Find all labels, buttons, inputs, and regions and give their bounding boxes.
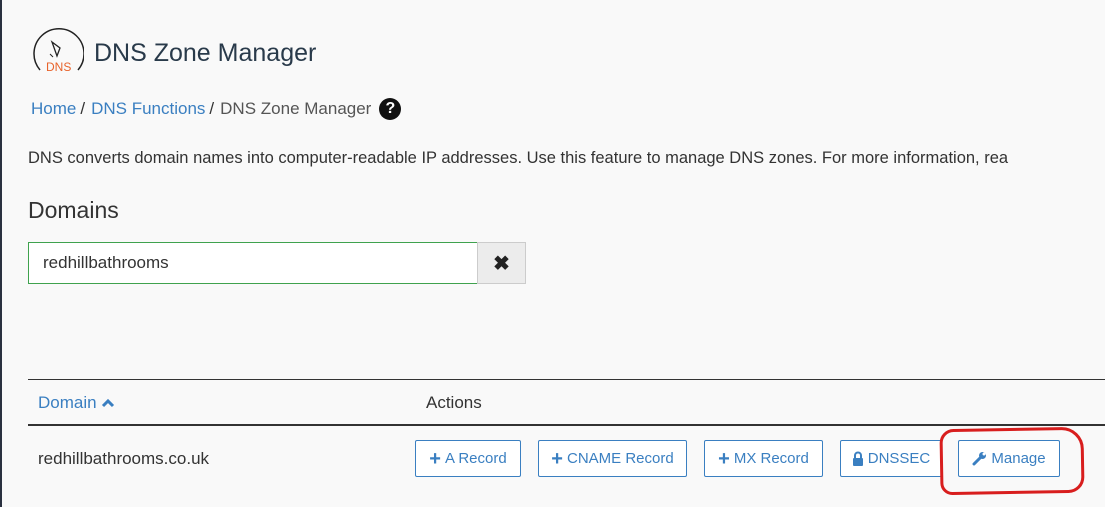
manage-button[interactable]: Manage xyxy=(958,440,1060,477)
page-description: DNS converts domain names into computer-… xyxy=(28,149,1009,167)
actions-column-header: Actions xyxy=(426,393,482,412)
help-icon[interactable]: ? xyxy=(379,98,402,120)
breadcrumb-current: DNS Zone Manager xyxy=(220,99,372,118)
add-cname-record-button[interactable]: + CNAME Record xyxy=(538,440,687,477)
domain-search-input[interactable] xyxy=(28,242,478,284)
lock-icon xyxy=(852,451,863,466)
table-header: Domain Actions xyxy=(28,379,1105,426)
add-mx-record-button[interactable]: + MX Record xyxy=(704,440,823,477)
breadcrumb: Home / DNS Functions / DNS Zone Manager … xyxy=(31,98,402,120)
wrench-icon xyxy=(972,452,987,466)
plus-icon: + xyxy=(551,447,563,470)
chevron-up-icon xyxy=(102,398,115,408)
clear-search-button[interactable]: ✖ xyxy=(477,242,526,284)
breadcrumb-separator: / xyxy=(80,99,86,118)
page-header: DNS DNS Zone Manager xyxy=(30,26,316,80)
dnssec-button[interactable]: DNSSEC xyxy=(840,440,942,477)
dns-logo-icon: DNS xyxy=(30,26,85,80)
dns-logo-text: DNS xyxy=(46,60,72,74)
page-title: DNS Zone Manager xyxy=(94,38,317,67)
times-icon: ✖ xyxy=(493,252,510,275)
breadcrumb-dns-functions[interactable]: DNS Functions xyxy=(91,99,205,119)
domain-column-header[interactable]: Domain xyxy=(38,393,115,413)
breadcrumb-home[interactable]: Home xyxy=(31,99,76,119)
domain-cell: redhillbathrooms.co.uk xyxy=(38,449,210,468)
add-a-record-button[interactable]: + A Record xyxy=(415,440,521,477)
breadcrumb-separator: / xyxy=(209,99,215,118)
plus-icon: + xyxy=(718,447,730,470)
domains-heading: Domains xyxy=(28,197,119,223)
plus-icon: + xyxy=(429,447,441,470)
